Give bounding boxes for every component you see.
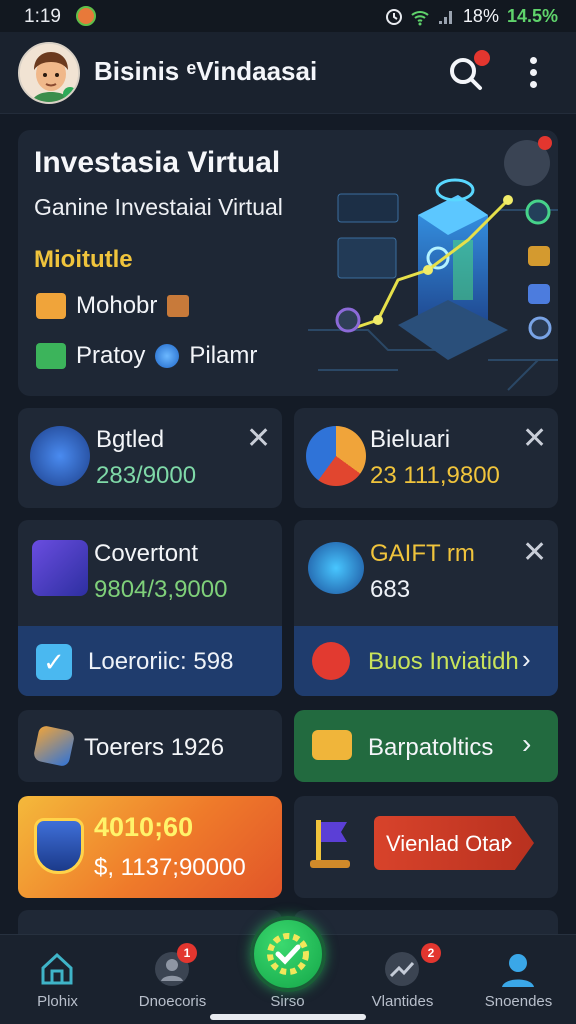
app-header: Bisinis ᵉVindaasai bbox=[0, 32, 576, 114]
wifi-icon bbox=[411, 10, 429, 25]
hero-row-mohobr[interactable]: Mohobr bbox=[36, 292, 190, 320]
tag-icon bbox=[312, 642, 350, 680]
close-icon[interactable]: ✕ bbox=[522, 424, 547, 454]
card-title: Barpatoltics bbox=[368, 734, 494, 761]
chevron-right-icon: › bbox=[504, 826, 513, 856]
nav-item-plohix[interactable]: Plohix bbox=[0, 935, 115, 1024]
status-indicators: 18% 14.5% bbox=[385, 6, 558, 27]
card-balance[interactable]: 4010;60 $, 1137;90000 bbox=[18, 796, 282, 898]
close-icon[interactable]: ✕ bbox=[246, 424, 271, 454]
globe-icon bbox=[155, 344, 180, 368]
notification-badge bbox=[474, 50, 490, 66]
status-bar: 1:19 18% 14.5% bbox=[0, 0, 576, 32]
check-icon: ✓ bbox=[36, 644, 72, 680]
hero-row2-label-b: Pilamr bbox=[189, 342, 258, 369]
card-title: GAIFT rm bbox=[370, 540, 475, 567]
flag-icon bbox=[308, 816, 354, 870]
nav-label: Snoendes bbox=[484, 993, 553, 1010]
shield-icon bbox=[34, 818, 84, 874]
stat-card-covertont[interactable]: Covertont 9804/3,9000 ✓ Loeroriic: 598 bbox=[18, 520, 282, 696]
strip-loeroriic[interactable]: ✓ Loeroriic: 598 bbox=[18, 626, 282, 696]
nav-item-vlantides[interactable]: 2 Vlantides bbox=[345, 935, 460, 1024]
card-vienlad[interactable]: Vienlad Otar › bbox=[294, 796, 558, 898]
nav-item-snoendes[interactable]: Snoendes bbox=[461, 935, 576, 1024]
card-value: 9804/3,9000 bbox=[94, 576, 228, 603]
chart-icon bbox=[36, 343, 66, 369]
avatar-face-icon bbox=[20, 44, 78, 102]
user-icon bbox=[502, 954, 534, 987]
more-vertical-icon[interactable] bbox=[518, 54, 548, 94]
button-label: Vienlad Otar bbox=[386, 831, 508, 856]
pie-chart-icon bbox=[306, 426, 366, 486]
nav-label: Vlantides bbox=[371, 993, 434, 1010]
strip-label: Buos Inviatidh bbox=[368, 648, 519, 675]
gear-icon bbox=[30, 426, 90, 486]
card-toerers[interactable]: Toerers 1926 bbox=[18, 710, 282, 782]
close-icon[interactable]: ✕ bbox=[522, 538, 547, 568]
avatar[interactable] bbox=[18, 42, 80, 104]
rocket-icon bbox=[32, 540, 88, 596]
card-title: Bgtled bbox=[96, 426, 165, 453]
hero-accent-label: Mioitutle bbox=[34, 246, 133, 273]
nav-label: Plohix bbox=[37, 993, 78, 1010]
chevron-right-icon[interactable]: › bbox=[522, 728, 531, 760]
home-icon bbox=[41, 952, 73, 985]
card-title: 4010;60 bbox=[94, 812, 194, 842]
card-title: Toerers 1926 bbox=[84, 734, 225, 761]
center-action-button[interactable] bbox=[250, 916, 326, 992]
hero-row2-label-a: Pratoy bbox=[76, 342, 146, 369]
nav-label: Sirso bbox=[270, 993, 305, 1010]
strip-label: Loeroriic: 598 bbox=[88, 648, 234, 675]
signal-icon bbox=[438, 10, 452, 24]
app-title: Bisinis ᵉVindaasai bbox=[94, 56, 318, 86]
card-value: 23 111,9800 bbox=[370, 462, 500, 489]
trending-icon bbox=[385, 952, 419, 986]
gear-check-icon bbox=[267, 933, 309, 975]
home-indicator bbox=[210, 1014, 366, 1020]
card-title: Bieluari bbox=[370, 426, 451, 453]
hero-card[interactable]: Investasia Virtual Ganine Investaiai Vir… bbox=[18, 130, 558, 396]
card-title: Covertont bbox=[94, 540, 199, 567]
strip-buos[interactable]: Buos Inviatidh › bbox=[294, 626, 558, 696]
card-value: $, 1137;90000 bbox=[94, 854, 246, 881]
shield-icon bbox=[32, 724, 76, 768]
battery-percent: 18% bbox=[462, 6, 499, 26]
hero-row-pratoy[interactable]: Pratoy Pilamr bbox=[36, 342, 257, 370]
stat-card-bgtled[interactable]: Bgtled 283/9000 ✕ bbox=[18, 408, 282, 508]
nav-item-dnoecoris[interactable]: 1 Dnoecoris bbox=[115, 935, 230, 1024]
stat-card-bieluari[interactable]: Bieluari 23 111,9800 ✕ bbox=[294, 408, 558, 508]
hero-subtitle: Ganine Investaiai Virtual bbox=[34, 194, 283, 220]
hero-row1-label: Mohobr bbox=[76, 292, 158, 319]
chevron-right-icon[interactable]: › bbox=[522, 644, 531, 675]
stat-card-gaift[interactable]: GAIFT rm 683 ✕ Buos Inviatidh › bbox=[294, 520, 558, 696]
cubes-icon bbox=[312, 730, 352, 760]
envelope-icon bbox=[36, 293, 66, 319]
target-icon bbox=[308, 542, 364, 594]
notification-badge: 1 bbox=[177, 943, 197, 963]
gift-icon bbox=[167, 295, 190, 317]
notification-app-icon bbox=[76, 6, 96, 26]
vienlad-otar-button[interactable]: Vienlad Otar › bbox=[374, 816, 534, 870]
battery-level: 14.5% bbox=[506, 6, 558, 26]
notification-badge bbox=[538, 136, 552, 150]
alarm-icon bbox=[385, 8, 402, 25]
hero-title: Investasia Virtual bbox=[34, 146, 281, 179]
notification-badge: 2 bbox=[421, 943, 441, 963]
status-time: 1:19 bbox=[24, 6, 61, 27]
card-value: 683 bbox=[370, 576, 411, 603]
card-value: 283/9000 bbox=[96, 462, 197, 489]
card-barpatoltics[interactable]: Barpatoltics › bbox=[294, 710, 558, 782]
nav-label: Dnoecoris bbox=[138, 993, 207, 1010]
